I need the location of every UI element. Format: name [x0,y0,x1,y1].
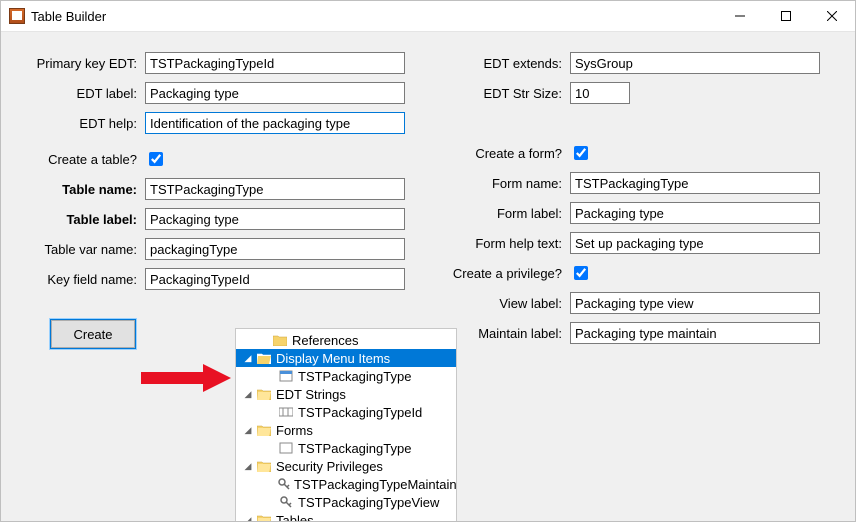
tree-label: TSTPackagingType [298,369,417,384]
close-button[interactable] [809,1,855,31]
edt-extends-label: EDT extends: [436,56,570,71]
app-icon [9,8,25,24]
create-form-label: Create a form? [436,146,570,161]
create-privilege-label: Create a privilege? [436,266,570,281]
table-var-name-label: Table var name: [5,242,145,257]
project-tree[interactable]: References ◢ Display Menu Items TSTPacka… [235,328,457,522]
edt-help-input[interactable] [145,112,405,134]
create-button[interactable]: Create [51,320,135,348]
tree-label: EDT Strings [276,387,352,402]
tree-label: Forms [276,423,319,438]
edt-icon [278,404,294,420]
expander-collapse-icon[interactable]: ◢ [242,515,254,522]
tree-node-display-menu-items[interactable]: ◢ Display Menu Items [236,349,456,367]
create-table-label: Create a table? [5,152,145,167]
tree-item[interactable]: TSTPackagingTypeId [236,403,456,421]
edt-help-label: EDT help: [5,116,145,131]
view-label-input[interactable] [570,292,820,314]
expander-collapse-icon[interactable]: ◢ [242,461,254,472]
tree-item[interactable]: TSTPackagingType [236,367,456,385]
edt-label-label: EDT label: [5,86,145,101]
folder-open-icon [256,350,272,366]
expander-collapse-icon[interactable]: ◢ [242,425,254,436]
tree-label: References [292,333,364,348]
form-name-input[interactable] [570,172,820,194]
folder-open-icon [256,512,272,522]
left-column: Primary key EDT: EDT label: EDT help: Cr… [1,48,412,348]
folder-open-icon [256,458,272,474]
table-var-name-input[interactable] [145,238,405,260]
window-title: Table Builder [31,9,106,24]
key-field-name-label: Key field name: [5,272,145,287]
table-label-label: Table label: [5,212,145,227]
form-name-label: Form name: [436,176,570,191]
tree-node-tables[interactable]: ◢ Tables [236,511,456,522]
form-help-text-input[interactable] [570,232,820,254]
tree-node-security[interactable]: ◢ Security Privileges [236,457,456,475]
tree-label: TSTPackagingTypeMaintain [294,477,457,492]
view-label-label: View label: [436,296,570,311]
right-column: EDT extends: EDT Str Size: Create a form… [412,48,855,348]
key-field-name-input[interactable] [145,268,405,290]
folder-icon [272,332,288,348]
menu-item-icon [278,368,294,384]
create-form-checkbox[interactable] [574,146,588,160]
table-name-label: Table name: [5,182,145,197]
tree-label: Display Menu Items [276,351,396,366]
create-table-checkbox[interactable] [149,152,163,166]
edt-extends-input[interactable] [570,52,820,74]
form-label-label: Form label: [436,206,570,221]
tree-label: TSTPackagingTypeId [298,405,428,420]
form-help-text-label: Form help text: [436,236,570,251]
tree-node-forms[interactable]: ◢ Forms [236,421,456,439]
tree-item[interactable]: TSTPackagingType [236,439,456,457]
table-label-input[interactable] [145,208,405,230]
table-builder-window: Table Builder Primary key EDT: EDT label… [0,0,856,522]
edt-str-size-input[interactable] [570,82,630,104]
key-icon [278,476,290,492]
minimize-button[interactable] [717,1,763,31]
maximize-button[interactable] [763,1,809,31]
tree-label: TSTPackagingType [298,441,417,456]
tree-label: Tables [276,513,320,522]
edt-str-size-label: EDT Str Size: [436,86,570,101]
tree-node-edt-strings[interactable]: ◢ EDT Strings [236,385,456,403]
form-label-input[interactable] [570,202,820,224]
primary-key-edt-input[interactable] [145,52,405,74]
folder-open-icon [256,422,272,438]
maintain-label-input[interactable] [570,322,820,344]
primary-key-edt-label: Primary key EDT: [5,56,145,71]
tree-label: TSTPackagingTypeView [298,495,445,510]
form-icon [278,440,294,456]
arrow-annotation [141,364,231,392]
table-name-input[interactable] [145,178,405,200]
tree-item[interactable]: TSTPackagingTypeMaintain [236,475,456,493]
create-button-label: Create [73,327,112,342]
tree-node-references[interactable]: References [236,331,456,349]
titlebar: Table Builder [1,1,855,32]
folder-open-icon [256,386,272,402]
tree-item[interactable]: TSTPackagingTypeView [236,493,456,511]
key-icon [278,494,294,510]
content-area: Primary key EDT: EDT label: EDT help: Cr… [1,32,855,521]
tree-label: Security Privileges [276,459,389,474]
expander-collapse-icon[interactable]: ◢ [242,353,254,364]
edt-label-input[interactable] [145,82,405,104]
expander-collapse-icon[interactable]: ◢ [242,389,254,400]
create-privilege-checkbox[interactable] [574,266,588,280]
